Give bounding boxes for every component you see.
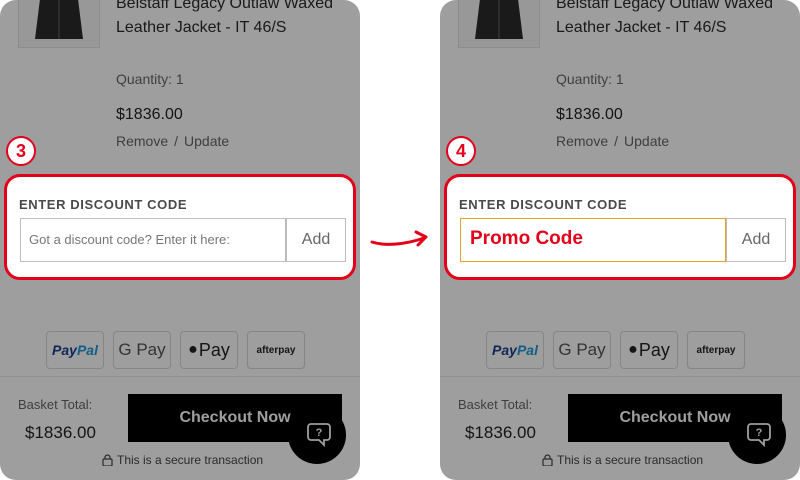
cart-item: Belstaff Legacy Outlaw Waxed Leather Jac… bbox=[0, 0, 360, 172]
apple-icon: ● bbox=[628, 341, 638, 358]
chat-help-icon: ? bbox=[747, 423, 771, 448]
product-price: $1836.00 bbox=[556, 106, 623, 123]
help-chat-button[interactable]: ? bbox=[288, 406, 346, 464]
remove-link[interactable]: Remove bbox=[116, 133, 168, 149]
lock-icon bbox=[102, 454, 113, 466]
secure-text: This is a secure transaction bbox=[117, 453, 264, 467]
secure-text: This is a secure transaction bbox=[557, 453, 704, 467]
secure-transaction-note: This is a secure transaction bbox=[542, 453, 703, 467]
apple-icon: ● bbox=[188, 341, 198, 358]
apple-pay-text: Pay bbox=[638, 339, 670, 360]
svg-text:?: ? bbox=[316, 427, 323, 439]
afterpay-logo: afterpay bbox=[687, 331, 745, 369]
apple-pay-logo: ● Pay bbox=[620, 331, 678, 369]
jacket-icon bbox=[35, 0, 83, 39]
paypal-pal-text: Pal bbox=[76, 342, 98, 358]
product-thumbnail[interactable] bbox=[18, 0, 100, 48]
basket-total-label: Basket Total: bbox=[18, 397, 93, 412]
paypal-logo: Pay Pal bbox=[46, 331, 104, 369]
discount-code-label: ENTER DISCOUNT CODE bbox=[459, 197, 628, 212]
product-title[interactable]: Belstaff Legacy Outlaw Waxed Leather Jac… bbox=[116, 0, 346, 40]
next-step-arrow-icon bbox=[370, 230, 428, 247]
apple-pay-text: Pay bbox=[198, 339, 230, 360]
tutorial-stage: Belstaff Legacy Outlaw Waxed Leather Jac… bbox=[0, 0, 800, 480]
lock-icon bbox=[542, 454, 553, 466]
paypal-pal-text: Pal bbox=[516, 342, 538, 358]
update-link[interactable]: Update bbox=[184, 133, 229, 149]
basket-total-value: $1836.00 bbox=[465, 423, 536, 442]
discount-code-section: ENTER DISCOUNT CODE Got a discount code?… bbox=[4, 174, 356, 280]
action-separator: / bbox=[174, 133, 179, 149]
payment-methods: Pay Pal G Pay ● Pay afterpay bbox=[486, 331, 745, 369]
cart-panel-step-3: Belstaff Legacy Outlaw Waxed Leather Jac… bbox=[0, 0, 360, 480]
jacket-icon bbox=[475, 0, 523, 39]
discount-code-input[interactable]: Got a discount code? Enter it here: bbox=[20, 218, 286, 262]
item-actions: Remove / Update bbox=[116, 133, 229, 149]
step-number-badge: 4 bbox=[446, 136, 476, 166]
discount-code-label: ENTER DISCOUNT CODE bbox=[19, 197, 188, 212]
product-title[interactable]: Belstaff Legacy Outlaw Waxed Leather Jac… bbox=[556, 0, 786, 40]
cart-item: Belstaff Legacy Outlaw Waxed Leather Jac… bbox=[440, 0, 800, 172]
discount-code-input[interactable]: Promo Code bbox=[460, 218, 726, 262]
apple-pay-logo: ● Pay bbox=[180, 331, 238, 369]
paypal-logo: Pay Pal bbox=[486, 331, 544, 369]
help-chat-button[interactable]: ? bbox=[728, 406, 786, 464]
secure-transaction-note: This is a secure transaction bbox=[102, 453, 263, 467]
basket-total-label: Basket Total: bbox=[458, 397, 533, 412]
google-pay-logo: G Pay bbox=[553, 331, 611, 369]
item-actions: Remove / Update bbox=[556, 133, 669, 149]
discount-code-section: ENTER DISCOUNT CODE Promo Code Add bbox=[444, 174, 796, 280]
action-separator: / bbox=[614, 133, 619, 149]
paypal-pay-text: Pay bbox=[492, 342, 517, 358]
product-quantity: Quantity: 1 bbox=[556, 71, 624, 87]
paypal-pay-text: Pay bbox=[52, 342, 77, 358]
update-link[interactable]: Update bbox=[624, 133, 669, 149]
basket-total-value: $1836.00 bbox=[25, 423, 96, 442]
product-price: $1836.00 bbox=[116, 106, 183, 123]
add-discount-button[interactable]: Add bbox=[286, 218, 346, 262]
cart-panel-step-4: Belstaff Legacy Outlaw Waxed Leather Jac… bbox=[440, 0, 800, 480]
step-number-badge: 3 bbox=[6, 136, 36, 166]
svg-text:?: ? bbox=[756, 427, 763, 439]
payment-methods: Pay Pal G Pay ● Pay afterpay bbox=[46, 331, 305, 369]
chat-help-icon: ? bbox=[307, 423, 331, 448]
product-thumbnail[interactable] bbox=[458, 0, 540, 48]
add-discount-button[interactable]: Add bbox=[726, 218, 786, 262]
google-pay-logo: G Pay bbox=[113, 331, 171, 369]
product-quantity: Quantity: 1 bbox=[116, 71, 184, 87]
remove-link[interactable]: Remove bbox=[556, 133, 608, 149]
afterpay-logo: afterpay bbox=[247, 331, 305, 369]
